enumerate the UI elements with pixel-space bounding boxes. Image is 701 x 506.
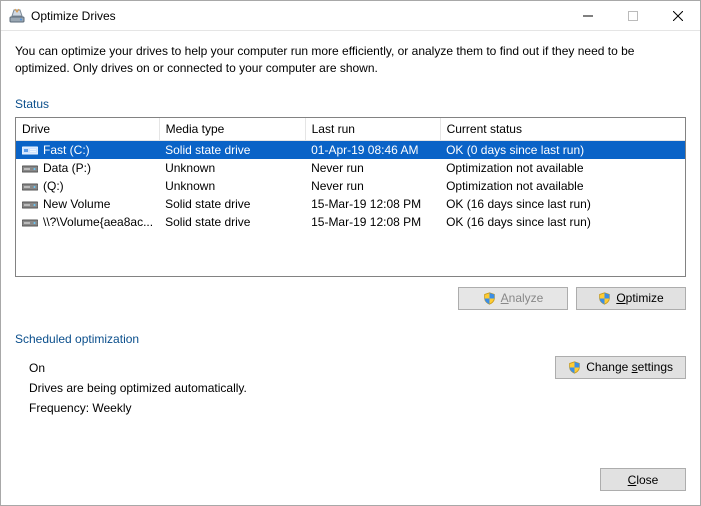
- table-row[interactable]: (Q:) UnknownNever runOptimization not ava…: [16, 177, 685, 195]
- table-header-row: Drive Media type Last run Current status: [16, 118, 685, 141]
- drive-icon: [22, 144, 38, 156]
- drives-table[interactable]: Drive Media type Last run Current status…: [16, 118, 685, 231]
- last-run: 01-Apr-19 08:46 AM: [305, 140, 440, 159]
- table-row[interactable]: \\?\Volume{aea8ac... Solid state drive15-…: [16, 213, 685, 231]
- current-status: OK (16 days since last run): [440, 195, 685, 213]
- close-label: Close: [628, 473, 659, 487]
- current-status: OK (0 days since last run): [440, 140, 685, 159]
- footer: Close: [1, 468, 700, 505]
- table-row[interactable]: New Volume Solid state drive15-Mar-19 12:…: [16, 195, 685, 213]
- last-run: Never run: [305, 159, 440, 177]
- shield-icon: [483, 292, 496, 305]
- drive-icon: [22, 162, 38, 174]
- optimize-drives-window: Optimize Drives You can optimize your dr…: [0, 0, 701, 506]
- intro-text: You can optimize your drives to help you…: [15, 43, 686, 77]
- last-run: Never run: [305, 177, 440, 195]
- shield-icon: [598, 292, 611, 305]
- scheduled-description: Drives are being optimized automatically…: [29, 378, 555, 398]
- titlebar: Optimize Drives: [1, 1, 700, 31]
- scheduled-row: On Drives are being optimized automatica…: [15, 352, 686, 419]
- content-area: You can optimize your drives to help you…: [1, 31, 700, 468]
- minimize-button[interactable]: [565, 1, 610, 30]
- analyze-button[interactable]: Analyze: [458, 287, 568, 310]
- status-section-label: Status: [15, 97, 686, 111]
- change-settings-button[interactable]: Change settings: [555, 356, 686, 379]
- media-type: Solid state drive: [159, 140, 305, 159]
- drive-icon: [22, 198, 38, 210]
- drive-name: New Volume: [43, 197, 110, 211]
- col-current-status[interactable]: Current status: [440, 118, 685, 141]
- media-type: Unknown: [159, 159, 305, 177]
- col-drive[interactable]: Drive: [16, 118, 159, 141]
- scheduled-frequency: Frequency: Weekly: [29, 398, 555, 418]
- maximize-button[interactable]: [610, 1, 655, 30]
- drive-name: \\?\Volume{aea8ac...: [43, 215, 153, 229]
- current-status: Optimization not available: [440, 159, 685, 177]
- scheduled-info: On Drives are being optimized automatica…: [15, 352, 555, 419]
- optimize-label: Optimize: [616, 291, 663, 305]
- media-type: Solid state drive: [159, 213, 305, 231]
- col-media-type[interactable]: Media type: [159, 118, 305, 141]
- last-run: 15-Mar-19 12:08 PM: [305, 195, 440, 213]
- analyze-label: Analyze: [501, 291, 544, 305]
- current-status: Optimization not available: [440, 177, 685, 195]
- close-dialog-button[interactable]: Close: [600, 468, 686, 491]
- optimize-button[interactable]: Optimize: [576, 287, 686, 310]
- drive-name: Fast (C:): [43, 143, 90, 157]
- shield-icon: [568, 361, 581, 374]
- close-button[interactable]: [655, 1, 700, 30]
- last-run: 15-Mar-19 12:08 PM: [305, 213, 440, 231]
- table-row[interactable]: Fast (C:) Solid state drive01-Apr-19 08:4…: [16, 140, 685, 159]
- drive-icon: [22, 216, 38, 228]
- current-status: OK (16 days since last run): [440, 213, 685, 231]
- drive-icon: [22, 180, 38, 192]
- drive-name: (Q:): [43, 179, 64, 193]
- media-type: Unknown: [159, 177, 305, 195]
- drive-name: Data (P:): [43, 161, 91, 175]
- action-button-row: Analyze Optimize: [15, 287, 686, 310]
- app-icon: [9, 8, 25, 24]
- table-row[interactable]: Data (P:) UnknownNever runOptimization no…: [16, 159, 685, 177]
- drives-table-container: Drive Media type Last run Current status…: [15, 117, 686, 277]
- col-last-run[interactable]: Last run: [305, 118, 440, 141]
- scheduled-section-label: Scheduled optimization: [15, 332, 686, 346]
- media-type: Solid state drive: [159, 195, 305, 213]
- scheduled-on-label: On: [29, 358, 555, 378]
- change-settings-label: Change settings: [586, 360, 673, 374]
- window-title: Optimize Drives: [31, 9, 565, 23]
